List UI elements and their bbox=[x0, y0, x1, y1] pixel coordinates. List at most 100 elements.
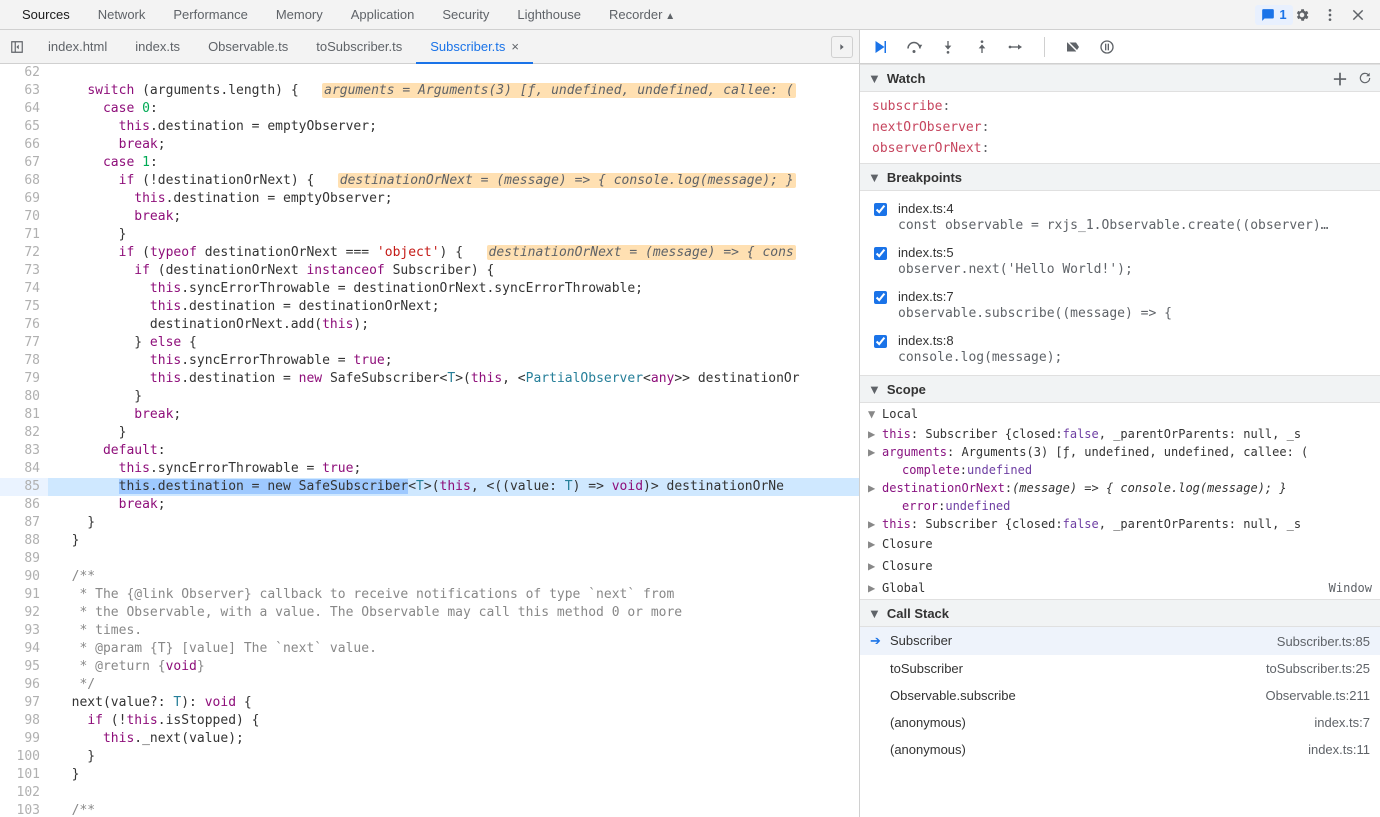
panel-tab-application[interactable]: Application bbox=[337, 1, 429, 28]
code-editor[interactable]: 6263 switch (arguments.length) { argumen… bbox=[0, 64, 859, 817]
scope-header[interactable]: ▼ Scope bbox=[860, 375, 1380, 403]
panel-tab-performance[interactable]: Performance bbox=[159, 1, 261, 28]
code-line[interactable]: 82 } bbox=[0, 424, 859, 442]
code-line[interactable]: 84 this.syncErrorThrowable = true; bbox=[0, 460, 859, 478]
line-number[interactable]: 64 bbox=[0, 100, 48, 118]
code-line[interactable]: 101 } bbox=[0, 766, 859, 784]
line-number[interactable]: 99 bbox=[0, 730, 48, 748]
line-number[interactable]: 91 bbox=[0, 586, 48, 604]
refresh-watch-icon[interactable] bbox=[1358, 71, 1372, 85]
line-number[interactable]: 86 bbox=[0, 496, 48, 514]
close-devtools-icon[interactable] bbox=[1344, 1, 1372, 29]
scope-variable[interactable]: ▶this: Subscriber {closed: false, _paren… bbox=[860, 425, 1380, 443]
code-line[interactable]: 62 bbox=[0, 64, 859, 82]
line-number[interactable]: 66 bbox=[0, 136, 48, 154]
code-line[interactable]: 102 bbox=[0, 784, 859, 802]
scope-global-header[interactable]: ▶GlobalWindow bbox=[860, 577, 1380, 599]
step-icon[interactable] bbox=[1006, 37, 1026, 57]
line-number[interactable]: 94 bbox=[0, 640, 48, 658]
line-number[interactable]: 87 bbox=[0, 514, 48, 532]
line-number[interactable]: 82 bbox=[0, 424, 48, 442]
file-tab[interactable]: Observable.ts bbox=[194, 30, 302, 64]
code-line[interactable]: 67 case 1: bbox=[0, 154, 859, 172]
line-number[interactable]: 84 bbox=[0, 460, 48, 478]
panel-tab-network[interactable]: Network bbox=[84, 1, 160, 28]
file-tab[interactable]: toSubscriber.ts bbox=[302, 30, 416, 64]
code-line[interactable]: 72 if (typeof destinationOrNext === 'obj… bbox=[0, 244, 859, 262]
code-line[interactable]: 76 destinationOrNext.add(this); bbox=[0, 316, 859, 334]
callstack-header[interactable]: ▼ Call Stack bbox=[860, 599, 1380, 627]
file-tab[interactable]: index.html bbox=[34, 30, 121, 64]
code-line[interactable]: 89 bbox=[0, 550, 859, 568]
callstack-frame[interactable]: ➔SubscriberSubscriber.ts:85 bbox=[860, 627, 1380, 655]
code-line[interactable]: 92 * the Observable, with a value. The O… bbox=[0, 604, 859, 622]
line-number[interactable]: 96 bbox=[0, 676, 48, 694]
code-line[interactable]: 90 /** bbox=[0, 568, 859, 586]
add-watch-icon[interactable]: ＋ bbox=[1332, 66, 1348, 90]
line-number[interactable]: 98 bbox=[0, 712, 48, 730]
code-line[interactable]: 75 this.destination = destinationOrNext; bbox=[0, 298, 859, 316]
resume-icon[interactable] bbox=[870, 37, 890, 57]
code-line[interactable]: 73 if (destinationOrNext instanceof Subs… bbox=[0, 262, 859, 280]
settings-icon[interactable] bbox=[1288, 1, 1316, 29]
issues-button[interactable]: 1 bbox=[1260, 1, 1288, 29]
close-icon[interactable]: × bbox=[511, 39, 519, 54]
step-over-icon[interactable] bbox=[904, 37, 924, 57]
line-number[interactable]: 62 bbox=[0, 64, 48, 82]
breakpoint-checkbox[interactable] bbox=[874, 291, 887, 304]
line-number[interactable]: 85 bbox=[0, 478, 48, 496]
code-line[interactable]: 70 break; bbox=[0, 208, 859, 226]
line-number[interactable]: 97 bbox=[0, 694, 48, 712]
line-number[interactable]: 90 bbox=[0, 568, 48, 586]
code-line[interactable]: 96 */ bbox=[0, 676, 859, 694]
scope-local-header[interactable]: ▼Local bbox=[860, 403, 1380, 425]
code-line[interactable]: 64 case 0: bbox=[0, 100, 859, 118]
callstack-frame[interactable]: toSubscribertoSubscriber.ts:25 bbox=[860, 655, 1380, 682]
code-line[interactable]: 87 } bbox=[0, 514, 859, 532]
breakpoint-item[interactable]: index.ts:4const observable = rxjs_1.Obse… bbox=[860, 195, 1380, 239]
file-tab[interactable]: index.ts bbox=[121, 30, 194, 64]
code-line[interactable]: 97 next(value?: T): void { bbox=[0, 694, 859, 712]
deactivate-breakpoints-icon[interactable] bbox=[1063, 37, 1083, 57]
code-line[interactable]: 77 } else { bbox=[0, 334, 859, 352]
nav-left-icon[interactable] bbox=[6, 36, 28, 58]
code-line[interactable]: 86 break; bbox=[0, 496, 859, 514]
code-line[interactable]: 93 * times. bbox=[0, 622, 859, 640]
callstack-frame[interactable]: Observable.subscribeObservable.ts:211 bbox=[860, 682, 1380, 709]
line-number[interactable]: 100 bbox=[0, 748, 48, 766]
step-into-icon[interactable] bbox=[938, 37, 958, 57]
scope-closure-header[interactable]: ▶Closure bbox=[860, 533, 1380, 555]
breakpoint-item[interactable]: index.ts:7observable.subscribe((message)… bbox=[860, 283, 1380, 327]
scope-variable[interactable]: error: undefined bbox=[860, 497, 1380, 515]
scope-variable[interactable]: ▶arguments: Arguments(3) [ƒ, undefined, … bbox=[860, 443, 1380, 461]
watch-header[interactable]: ▼ Watch ＋ bbox=[860, 64, 1380, 92]
line-number[interactable]: 69 bbox=[0, 190, 48, 208]
callstack-frame[interactable]: (anonymous)index.ts:7 bbox=[860, 709, 1380, 736]
code-line[interactable]: 95 * @return {void} bbox=[0, 658, 859, 676]
watch-item[interactable]: nextOrObserver: bbox=[860, 117, 1380, 138]
code-line[interactable]: 81 break; bbox=[0, 406, 859, 424]
code-line[interactable]: 74 this.syncErrorThrowable = destination… bbox=[0, 280, 859, 298]
code-line[interactable]: 71 } bbox=[0, 226, 859, 244]
callstack-frame[interactable]: (anonymous)index.ts:11 bbox=[860, 736, 1380, 763]
code-line[interactable]: 88 } bbox=[0, 532, 859, 550]
watch-item[interactable]: observerOrNext: bbox=[860, 138, 1380, 159]
line-number[interactable]: 102 bbox=[0, 784, 48, 802]
breakpoints-header[interactable]: ▼ Breakpoints bbox=[860, 163, 1380, 191]
line-number[interactable]: 95 bbox=[0, 658, 48, 676]
line-number[interactable]: 72 bbox=[0, 244, 48, 262]
code-line[interactable]: 68 if (!destinationOrNext) { destination… bbox=[0, 172, 859, 190]
line-number[interactable]: 103 bbox=[0, 802, 48, 817]
line-number[interactable]: 92 bbox=[0, 604, 48, 622]
line-number[interactable]: 65 bbox=[0, 118, 48, 136]
line-number[interactable]: 79 bbox=[0, 370, 48, 388]
line-number[interactable]: 73 bbox=[0, 262, 48, 280]
line-number[interactable]: 88 bbox=[0, 532, 48, 550]
line-number[interactable]: 71 bbox=[0, 226, 48, 244]
step-out-icon[interactable] bbox=[972, 37, 992, 57]
more-icon[interactable] bbox=[1316, 1, 1344, 29]
panel-tab-security[interactable]: Security bbox=[428, 1, 503, 28]
pause-on-exceptions-icon[interactable] bbox=[1097, 37, 1117, 57]
line-number[interactable]: 76 bbox=[0, 316, 48, 334]
breakpoint-checkbox[interactable] bbox=[874, 203, 887, 216]
